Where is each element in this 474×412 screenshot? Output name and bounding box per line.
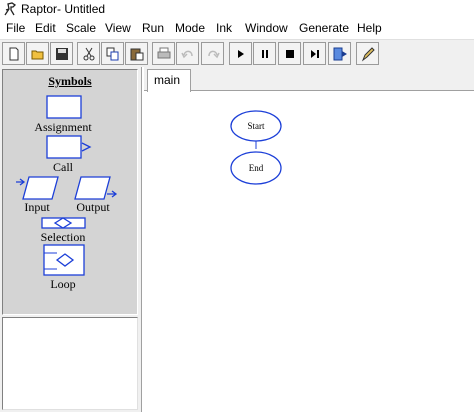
menu-edit[interactable]: Edit bbox=[35, 21, 56, 35]
assignment-label: Assignment bbox=[34, 120, 92, 134]
tab-main[interactable]: main bbox=[147, 69, 191, 92]
new-button[interactable] bbox=[2, 42, 25, 65]
menu-view[interactable]: View bbox=[105, 21, 131, 35]
selection-label: Selection bbox=[40, 230, 86, 244]
watch-window[interactable] bbox=[2, 317, 138, 410]
raptor-icon bbox=[4, 2, 17, 16]
run-icon bbox=[237, 49, 244, 58]
loop-label: Loop bbox=[50, 277, 76, 291]
input-symbol[interactable] bbox=[15, 176, 61, 202]
stop-icon bbox=[285, 49, 294, 58]
symbols-header: Symbols bbox=[48, 74, 92, 88]
symbols-panel: Symbols Assignment Call Input Output Sel… bbox=[0, 67, 142, 412]
output-symbol[interactable] bbox=[73, 176, 119, 202]
menu-file[interactable]: File bbox=[6, 21, 25, 35]
pause-icon bbox=[261, 49, 268, 58]
paste-button[interactable] bbox=[125, 42, 148, 65]
test-server-button[interactable] bbox=[328, 42, 351, 65]
loop-symbol[interactable] bbox=[43, 244, 85, 276]
menu-help[interactable]: Help bbox=[357, 21, 382, 35]
start-text: Start bbox=[248, 121, 265, 131]
workspace: main Start End bbox=[144, 67, 474, 412]
symbols-palette: Symbols Assignment Call Input Output Sel… bbox=[2, 69, 138, 315]
flowchart-canvas[interactable]: Start End bbox=[144, 92, 474, 412]
new-file-icon bbox=[9, 47, 18, 60]
cut-button[interactable] bbox=[77, 42, 100, 65]
toolbar bbox=[0, 39, 474, 67]
window-title: Raptor- Untitled bbox=[21, 2, 106, 16]
cut-icon bbox=[83, 47, 94, 60]
print-button[interactable] bbox=[152, 42, 175, 65]
test-server-icon bbox=[333, 47, 347, 60]
menu-window[interactable]: Window bbox=[245, 21, 288, 35]
call-symbol[interactable] bbox=[46, 135, 92, 161]
undo-button[interactable] bbox=[176, 42, 199, 65]
selection-symbol[interactable] bbox=[41, 216, 87, 230]
end-text: End bbox=[249, 163, 264, 173]
menu-scale[interactable]: Scale bbox=[66, 21, 96, 35]
step-button[interactable] bbox=[303, 42, 326, 65]
redo-icon bbox=[207, 50, 220, 58]
copy-button[interactable] bbox=[101, 42, 124, 65]
pen-icon bbox=[361, 46, 375, 61]
step-icon bbox=[310, 49, 319, 58]
call-label: Call bbox=[53, 160, 73, 174]
menu-bar: File Edit Scale View Run Mode Ink Window… bbox=[0, 19, 474, 39]
menu-generate[interactable]: Generate bbox=[299, 21, 349, 35]
menu-mode[interactable]: Mode bbox=[175, 21, 205, 35]
stop-button[interactable] bbox=[278, 42, 301, 65]
copy-icon bbox=[106, 47, 118, 60]
pen-button[interactable] bbox=[356, 42, 379, 65]
open-button[interactable] bbox=[26, 42, 49, 65]
print-icon bbox=[157, 47, 170, 58]
title-bar: Raptor- Untitled bbox=[0, 0, 474, 19]
run-button[interactable] bbox=[229, 42, 252, 65]
open-folder-icon bbox=[31, 50, 43, 59]
menu-run[interactable]: Run bbox=[142, 21, 164, 35]
save-icon bbox=[55, 47, 68, 60]
assignment-symbol[interactable] bbox=[46, 95, 82, 119]
paste-icon bbox=[130, 48, 143, 60]
pause-button[interactable] bbox=[253, 42, 276, 65]
menu-ink[interactable]: Ink bbox=[216, 21, 232, 35]
undo-icon bbox=[180, 50, 193, 58]
output-label: Output bbox=[76, 200, 110, 214]
tab-strip: main bbox=[144, 67, 474, 92]
redo-button[interactable] bbox=[201, 42, 224, 65]
input-label: Input bbox=[24, 200, 50, 214]
save-button[interactable] bbox=[50, 42, 73, 65]
